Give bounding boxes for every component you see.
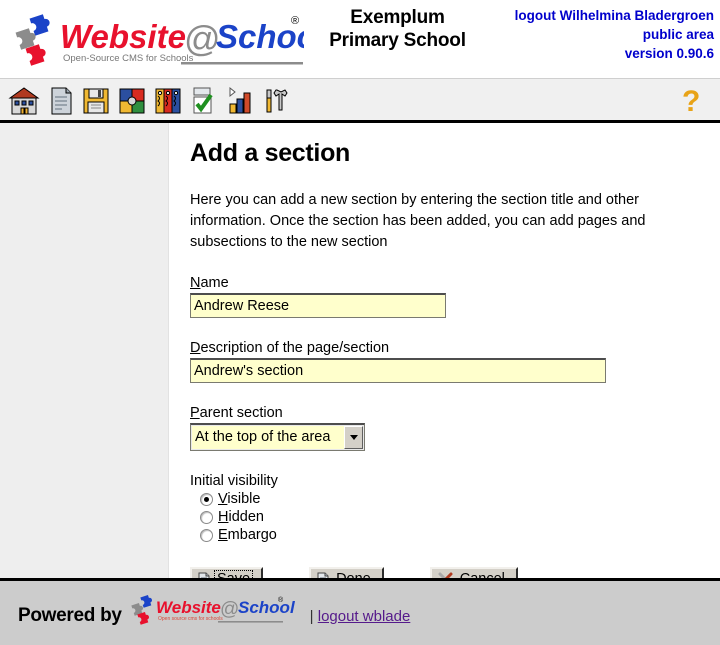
svg-text:School: School [238, 598, 296, 617]
description-field-label-rest: escription of the page/section [200, 340, 390, 356]
radio-visible-indicator[interactable] [200, 492, 213, 506]
parent-section-selected-value: At the top of the area [192, 426, 344, 449]
svg-text:Website: Website [60, 18, 186, 55]
page-intro-text: Here you can add a new section by enteri… [190, 192, 646, 250]
radio-option-embargo[interactable]: Embargo [200, 527, 712, 543]
application-window: Website @ School ® Open-Source CMS for S… [0, 0, 720, 645]
footer-logout-link[interactable]: logout wblade [318, 608, 411, 625]
logout-user-link[interactable]: logout Wilhelmina Bladergroen [414, 6, 714, 25]
tools-icon[interactable] [260, 84, 292, 118]
radio-visible-label[interactable]: Visible [218, 491, 260, 507]
pages-icon[interactable] [44, 84, 76, 118]
svg-text:Open source cms for schools: Open source cms for schools [158, 616, 223, 622]
current-area-label: public area [642, 27, 714, 42]
description-field-accelerator: D [190, 340, 201, 356]
page-body: Add a section Here you can add a new sec… [0, 123, 720, 591]
page-footer: Powered by Website @ School ® Open sourc… [0, 578, 720, 645]
svg-text:?: ? [682, 85, 700, 117]
svg-text:®: ® [291, 15, 299, 27]
initial-visibility-group: Initial visibility Visible Hidden Embarg… [190, 473, 712, 543]
main-toolbar: ? [0, 78, 720, 123]
parent-section-label-rest: arent section [199, 405, 283, 421]
initial-visibility-label: Initial visibility [190, 473, 278, 489]
version-label: version 0.90.6 [624, 46, 714, 61]
name-input[interactable] [190, 293, 446, 318]
svg-text:@: @ [220, 599, 239, 620]
main-content: Add a section Here you can add a new sec… [190, 123, 712, 591]
description-field-group: Description of the page/section [190, 340, 712, 383]
name-field-accelerator: N [190, 275, 201, 291]
radio-hidden-label[interactable]: Hidden [218, 509, 264, 525]
radio-embargo-indicator[interactable] [200, 528, 213, 542]
sidebar [0, 123, 169, 578]
page-header: Website @ School ® Open-Source CMS for S… [0, 0, 720, 78]
statistics-icon[interactable] [224, 84, 256, 118]
site-logo[interactable]: Website @ School ® Open-Source CMS for S… [8, 6, 304, 72]
parent-section-group: Parent section At the top of the area [190, 405, 712, 451]
school-icon[interactable] [8, 84, 40, 118]
svg-text:Open-Source CMS for Schools: Open-Source CMS for Schools [63, 53, 194, 64]
parent-section-label: Parent section [190, 405, 712, 421]
footer-separator: | [309, 608, 314, 625]
save-disk-icon[interactable] [80, 84, 112, 118]
description-input[interactable] [190, 358, 606, 383]
radio-option-hidden[interactable]: Hidden [200, 509, 712, 525]
checklist-icon[interactable] [188, 84, 220, 118]
name-field-label-rest: ame [200, 275, 229, 291]
chevron-down-icon[interactable] [344, 426, 363, 449]
modules-icon[interactable] [116, 84, 148, 118]
name-field-group: Name [190, 275, 712, 318]
parent-section-select[interactable]: At the top of the area [190, 423, 365, 451]
radio-option-visible[interactable]: Visible [200, 491, 712, 507]
powered-by-label: Powered by [18, 605, 122, 626]
header-status: logout Wilhelmina Bladergroen public are… [414, 6, 714, 63]
users-icon[interactable] [152, 84, 184, 118]
footer-logo[interactable]: Website @ School ® Open source cms for s… [128, 593, 300, 627]
svg-text:®: ® [278, 596, 284, 604]
name-field-label: Name [190, 275, 712, 291]
parent-section-accelerator: P [190, 405, 200, 421]
description-field-label: Description of the page/section [190, 340, 712, 356]
radio-embargo-label[interactable]: Embargo [218, 527, 277, 543]
footer-links: | logout wblade [310, 608, 411, 627]
help-icon[interactable]: ? [678, 85, 706, 118]
svg-text:Website: Website [156, 598, 221, 617]
radio-hidden-indicator[interactable] [200, 510, 213, 524]
page-title: Add a section [190, 139, 351, 167]
